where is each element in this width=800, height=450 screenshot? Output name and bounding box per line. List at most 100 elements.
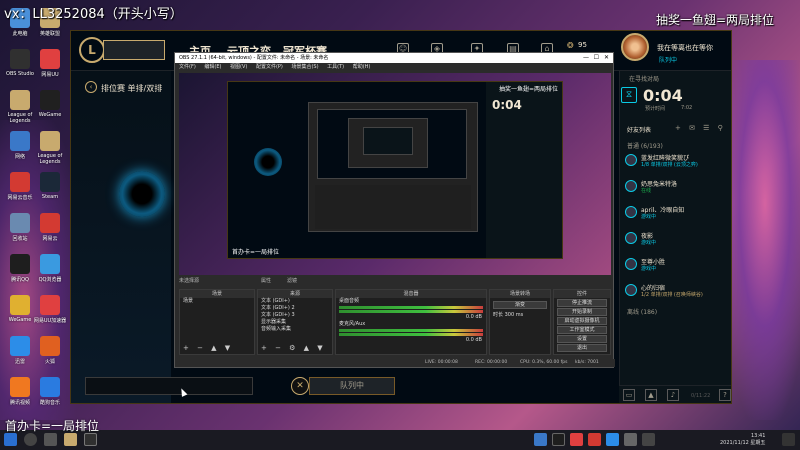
source-item[interactable]: 文本 (GDI+) 2: [258, 305, 332, 312]
notification-icon[interactable]: [782, 433, 795, 446]
desktop-icon[interactable]: League of Legends: [32, 131, 68, 165]
taskbar-app-icon[interactable]: [64, 433, 77, 446]
menu-scene-collection[interactable]: 场景集合(S): [291, 64, 318, 70]
preview-nested-3: [348, 118, 428, 168]
friend-row[interactable]: 蓝发红眸微笑貌ぴ 1/8 单排/双排 (云顶之弈): [625, 153, 731, 171]
chat-input[interactable]: [85, 377, 253, 395]
desktop-app-icon: [10, 90, 30, 110]
exit-button[interactable]: 退出: [557, 344, 607, 352]
desktop-app-icon: [40, 254, 60, 274]
queue-title: 排位赛 单排/双排: [101, 84, 163, 93]
scenes-dock-title: 场景: [180, 290, 254, 298]
minimize-icon[interactable]: —: [583, 53, 589, 63]
controls-dock-title: 控件: [554, 290, 610, 298]
settings-button[interactable]: 设置: [557, 335, 607, 343]
friends-group-general[interactable]: 普通 (6/193): [627, 141, 663, 150]
source-item[interactable]: 显示器采集: [258, 319, 332, 326]
back-icon[interactable]: ‹: [85, 81, 97, 93]
friend-row[interactable]: 至尊小胜 游戏中: [625, 257, 731, 275]
desktop-app-icon: [40, 213, 60, 233]
tray-network-icon[interactable]: [534, 433, 547, 446]
avatar[interactable]: [621, 33, 649, 61]
start-recording-button[interactable]: 开始录制: [557, 308, 607, 316]
desktop-icon[interactable]: 网易云: [32, 213, 68, 242]
desktop-icon[interactable]: 火狐: [32, 336, 68, 365]
friend-avatar: [625, 258, 637, 270]
filters-button[interactable]: 滤镜: [287, 277, 297, 284]
missions-icon[interactable]: ▲: [645, 389, 657, 401]
tray-uu-icon[interactable]: [570, 433, 583, 446]
play-button[interactable]: [103, 40, 165, 60]
desktop-icon[interactable]: 网易UU: [32, 49, 68, 78]
friend-avatar: [625, 232, 637, 244]
desktop-icon[interactable]: WeGame: [32, 90, 68, 118]
transition-select[interactable]: 渐变: [493, 301, 547, 309]
taskbar-date: 2021/11/12 星期五: [720, 440, 766, 446]
source-item[interactable]: 文本 (GDI+) 3: [258, 312, 332, 319]
desktop-icon[interactable]: QQ浏览器: [32, 254, 68, 283]
friend-row[interactable]: 奶思兔米特洛 在线: [625, 179, 731, 197]
menu-file[interactable]: 文件(F): [179, 64, 196, 70]
desktop-icon[interactable]: Steam: [32, 172, 68, 200]
tray-xunlei-icon[interactable]: [606, 433, 619, 446]
taskbar-search-icon[interactable]: [24, 433, 37, 446]
close-icon[interactable]: ✕: [604, 53, 609, 63]
obs-status-bar: LIVE: 00:00:08 REC: 00:00:00 CPU: 0.3%, …: [175, 359, 615, 367]
start-icon[interactable]: [4, 433, 17, 446]
voice-icon[interactable]: ♪: [667, 389, 679, 401]
live-status: LIVE: 00:00:08: [425, 360, 458, 365]
friend-avatar: [625, 180, 637, 192]
studio-mode-button[interactable]: 工作室模式: [557, 326, 607, 334]
taskbar-clock[interactable]: 13:41 2021/11/12 星期五: [720, 433, 765, 447]
taskbar-app-icon[interactable]: [84, 433, 97, 446]
obs-preview[interactable]: 0:04 抽奖一鱼翅=两局排位 首办卡=一局排位: [179, 73, 611, 275]
maximize-icon[interactable]: ☐: [594, 53, 599, 63]
overlay-lottery-text: 抽奖一鱼翅=两局排位: [656, 13, 775, 27]
menu-edit[interactable]: 编辑(E): [204, 64, 221, 70]
in-queue-button[interactable]: 队列中: [309, 377, 395, 395]
duration-label: 时长: [493, 312, 504, 318]
help-icon[interactable]: ?: [719, 389, 731, 401]
properties-button[interactable]: 属性: [261, 277, 271, 284]
no-source-label: 未选择源: [179, 278, 200, 284]
mixer-channel-name: 桌面音频: [339, 298, 360, 304]
desktop-icon-label: WeGame: [38, 112, 62, 118]
league-logo-icon[interactable]: L: [79, 37, 105, 63]
obs-menu: 文件(F) 编辑(E) 视图(V) 配置文件(P) 场景集合(S) 工具(T) …: [175, 63, 613, 71]
tray-qq-icon[interactable]: [552, 433, 565, 446]
friend-row[interactable]: april、冷眼自知 游戏中: [625, 205, 731, 223]
duration-input[interactable]: 300 ms: [505, 312, 524, 318]
friends-toolbar-icons[interactable]: + ✉ ☰ ⚲: [675, 124, 726, 132]
desktop-icon-label: Steam: [41, 194, 59, 200]
chat-icon[interactable]: ▭: [623, 389, 635, 401]
menu-help[interactable]: 帮助(H): [353, 64, 371, 70]
desktop-app-icon: [10, 213, 30, 233]
virtual-camera-button[interactable]: 启动虚拟摄像机: [557, 317, 607, 325]
stop-streaming-button[interactable]: 停止推流: [557, 299, 607, 307]
friend-row[interactable]: 心的归宿 1/2 单排/双排 (召唤师峡谷): [625, 283, 731, 301]
source-item[interactable]: 文本 (GDI+): [258, 298, 332, 305]
desktop-icon-label: 网易UU加速器: [33, 318, 67, 324]
desktop-icon[interactable]: 酷狗音乐: [32, 377, 68, 406]
taskbar-app-icon[interactable]: [44, 433, 57, 446]
menu-view[interactable]: 视图(V): [230, 64, 247, 70]
desktop-app-icon: [40, 295, 60, 315]
menu-tools[interactable]: 工具(T): [327, 64, 344, 70]
preview-nested-4: [363, 127, 413, 155]
obs-title: OBS 27.1.1 (64-bit, windows) - 配置文件: 未命名…: [179, 55, 329, 61]
tray-cloudmusic-icon[interactable]: [588, 433, 601, 446]
friend-row[interactable]: 夜影 游戏中: [625, 231, 731, 249]
preview-overlay-text-2: 首办卡=一局排位: [232, 249, 280, 256]
scenes-dock-toolbar[interactable]: + − ▲ ▼: [183, 344, 233, 352]
friend-avatar: [625, 154, 637, 166]
friends-group-offline[interactable]: 离线 (186): [627, 307, 657, 316]
tray-volume-icon[interactable]: [624, 433, 637, 446]
menu-profile[interactable]: 配置文件(P): [256, 64, 283, 70]
friends-header: 好友列表: [627, 127, 652, 134]
source-item[interactable]: 音频输入采集: [258, 326, 332, 333]
sources-dock-toolbar[interactable]: + − ⚙ ▲ ▼: [261, 344, 326, 352]
scene-item[interactable]: 场景: [180, 298, 254, 305]
tray-battery-icon[interactable]: [642, 433, 655, 446]
cancel-queue-icon[interactable]: ✕: [291, 377, 309, 395]
desktop-icon[interactable]: 网易UU加速器: [32, 295, 68, 324]
